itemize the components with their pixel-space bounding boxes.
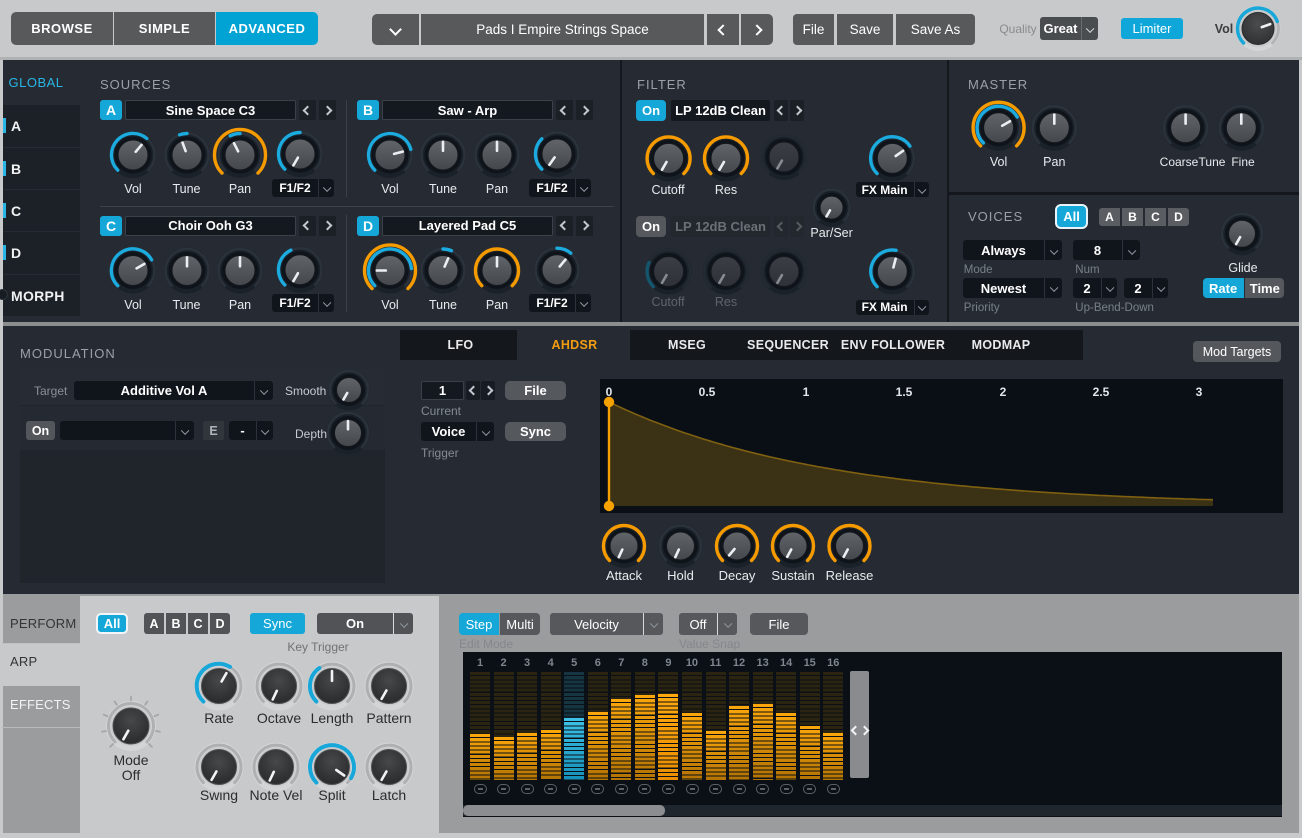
svg-text:0.5: 0.5 xyxy=(699,385,716,399)
svg-text:2.5: 2.5 xyxy=(1093,385,1110,399)
svg-text:3: 3 xyxy=(1196,385,1203,399)
svg-text:1: 1 xyxy=(803,385,810,399)
svg-text:2: 2 xyxy=(1000,385,1007,399)
svg-text:1.5: 1.5 xyxy=(896,385,913,399)
svg-text:0: 0 xyxy=(606,385,613,399)
